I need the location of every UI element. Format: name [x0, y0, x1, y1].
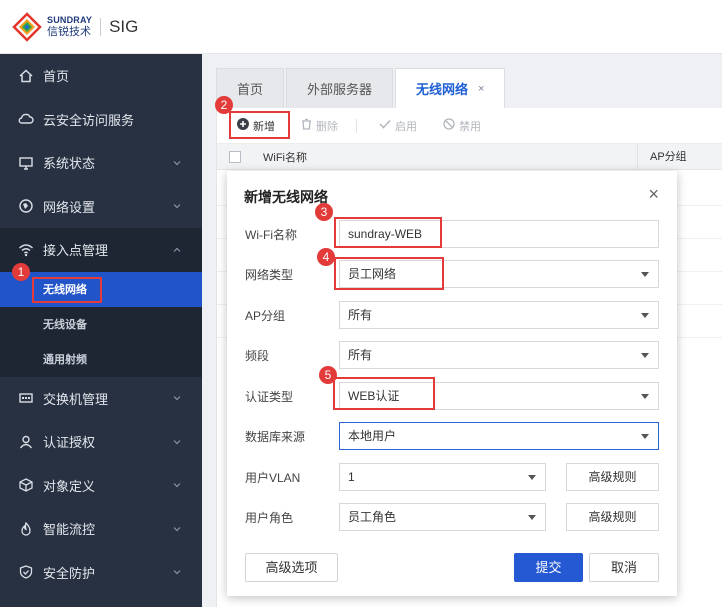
sidebar-subitem-general-radio[interactable]: 通用射频: [0, 342, 202, 377]
sidebar: 首页 云安全访问服务 系统状态 网络设置 接入点管理 无线网络 无线设备 通用射…: [0, 54, 202, 607]
row-auth-type: 认证类型 WEB认证: [227, 382, 677, 410]
dialog-title: 新增无线网络: [244, 189, 328, 205]
vlan-advanced-rule-button[interactable]: 高级规则: [566, 463, 659, 491]
flame-icon: [18, 521, 34, 537]
db-source-select[interactable]: 本地用户: [339, 422, 659, 450]
chevron-down-icon: [173, 396, 181, 401]
annotation-box-5: [333, 377, 435, 410]
sidebar-subitem-wireless-device[interactable]: 无线设备: [0, 307, 202, 342]
trash-icon: [301, 118, 312, 133]
annotation-step-2: 2: [215, 96, 233, 114]
annotation-step-5: 5: [319, 366, 337, 384]
cube-icon: [18, 477, 34, 493]
tab-wireless-network[interactable]: 无线网络 ×: [395, 68, 506, 108]
row-db-source: 数据库来源 本地用户: [227, 422, 677, 450]
sidebar-item-switch-management[interactable]: 交换机管理: [0, 377, 202, 421]
annotation-step-3: 3: [315, 203, 333, 221]
close-icon[interactable]: ×: [648, 185, 659, 203]
annotation-box-2: [229, 111, 290, 139]
sundray-logo-icon: [12, 11, 42, 42]
col-wifi-name: WiFi名称: [263, 151, 307, 164]
chevron-down-icon: [173, 483, 181, 488]
ap-group-select[interactable]: 所有: [339, 301, 659, 329]
user-role-select[interactable]: 员工角色: [339, 503, 546, 531]
enable-button[interactable]: 启用: [379, 118, 417, 134]
col-ap-group: AP分组: [637, 144, 687, 170]
app-header: SUNDRAY 信锐技术 SIG: [0, 0, 722, 54]
row-user-vlan: 用户VLAN 1 高级规则: [227, 463, 677, 491]
row-band: 频段 所有: [227, 341, 677, 369]
chevron-down-icon: [173, 439, 181, 445]
row-ap-group: AP分组 所有: [227, 301, 677, 329]
switch-icon: [18, 390, 34, 406]
sidebar-item-cloud-security[interactable]: 云安全访问服务: [0, 98, 202, 142]
cancel-button[interactable]: 取消: [589, 553, 659, 582]
tab-close-icon[interactable]: ×: [478, 83, 484, 95]
chevron-up-icon: [173, 247, 181, 252]
sidebar-item-network-settings[interactable]: 网络设置: [0, 185, 202, 229]
sidebar-item-home[interactable]: 首页: [0, 54, 202, 98]
annotation-box-4: [334, 257, 444, 290]
select-all-checkbox[interactable]: [229, 150, 241, 163]
monitor-icon: [18, 155, 34, 171]
disable-button[interactable]: 禁用: [443, 118, 481, 134]
sidebar-item-auth[interactable]: 认证授权: [0, 420, 202, 464]
submit-button[interactable]: 提交: [514, 553, 583, 582]
brand-en: SUNDRAY: [47, 14, 93, 25]
sidebar-item-object-definition[interactable]: 对象定义: [0, 464, 202, 508]
chevron-down-icon: [173, 204, 181, 209]
advanced-options-button[interactable]: 高级选项: [245, 553, 338, 582]
annotation-step-4: 4: [317, 248, 335, 266]
chevron-down-icon: [173, 526, 181, 532]
tab-external-server[interactable]: 外部服务器: [286, 68, 394, 108]
product-name: SIG: [109, 16, 139, 36]
brand-cn: 信锐技术: [47, 25, 91, 38]
check-icon: [379, 119, 391, 132]
delete-button[interactable]: 删除: [301, 118, 338, 134]
annotation-box-3: [334, 217, 442, 248]
role-advanced-rule-button[interactable]: 高级规则: [566, 503, 659, 531]
tab-bar: 首页 外部服务器 无线网络 ×: [216, 68, 507, 108]
row-network-type: 网络类型 员工网络: [227, 260, 677, 288]
user-vlan-select[interactable]: 1: [339, 463, 546, 491]
band-select[interactable]: 所有: [339, 341, 659, 369]
row-user-role: 用户角色 员工角色 高级规则: [227, 503, 677, 531]
shield-icon: [18, 564, 34, 580]
chevron-down-icon: [173, 160, 181, 166]
sidebar-item-security[interactable]: 安全防护: [0, 551, 202, 595]
ban-icon: [443, 118, 455, 133]
home-icon: [18, 68, 34, 84]
add-wireless-network-dialog: 新增无线网络 × Wi-Fi名称 sundray-WEB 网络类型 员工网络 A…: [227, 171, 677, 596]
sidebar-item-flow-control[interactable]: 智能流控: [0, 507, 202, 551]
annotation-step-1: 1: [12, 263, 30, 281]
sidebar-item-system-status[interactable]: 系统状态: [0, 141, 202, 185]
chevron-down-icon: [173, 570, 181, 575]
globe-icon: [18, 198, 34, 214]
user-icon: [18, 434, 34, 450]
sidebar-item-ap-management[interactable]: 接入点管理: [0, 228, 202, 272]
toolbar: 新增 删除 启用 禁用: [217, 108, 722, 144]
annotation-box-1: [32, 277, 102, 303]
cloud-lock-icon: [18, 111, 34, 127]
wifi-icon: [18, 242, 34, 258]
row-wifi-name: Wi-Fi名称 sundray-WEB: [227, 220, 677, 248]
